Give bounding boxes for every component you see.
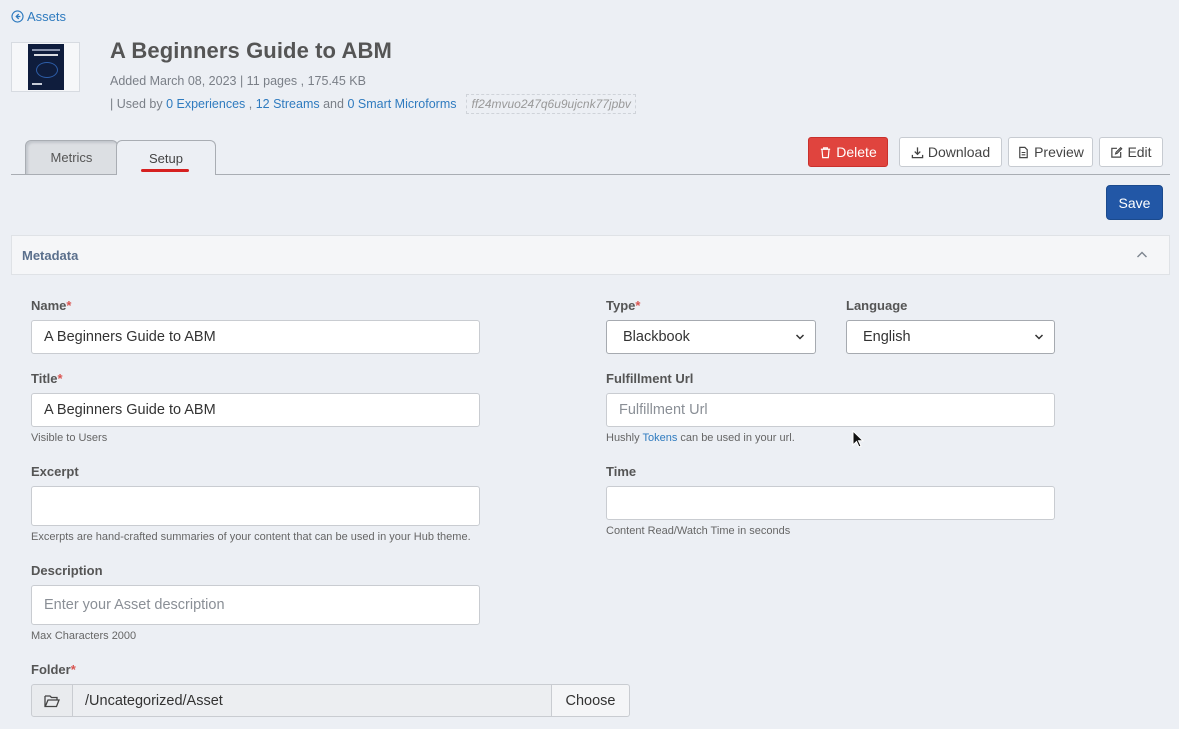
excerpt-textarea[interactable] [31, 486, 480, 526]
folder-label: Folder* [31, 662, 76, 677]
required-marker: * [70, 662, 76, 677]
language-select[interactable]: English [846, 320, 1055, 354]
folder-path-input: /Uncategorized/Asset [73, 684, 552, 717]
streams-link[interactable]: 12 Streams [256, 97, 320, 111]
excerpt-help-text: Excerpts are hand-crafted summaries of y… [31, 531, 471, 543]
asset-id-badge[interactable]: ff24mvuo247q6u9ujcnk77jpbv [466, 94, 636, 114]
tab-metrics[interactable]: Metrics [25, 140, 118, 174]
name-input[interactable]: A Beginners Guide to ABM [31, 320, 480, 354]
back-to-assets-link[interactable]: Assets [11, 9, 66, 24]
microforms-link[interactable]: 0 Smart Microforms [347, 97, 456, 111]
asset-thumbnail [11, 42, 80, 92]
chevron-up-icon[interactable] [1135, 248, 1149, 262]
asset-added-info: Added March 08, 2023 | 11 pages , 175.45… [110, 74, 366, 88]
edit-icon [1111, 146, 1123, 158]
tab-setup[interactable]: Setup [116, 140, 216, 175]
folder-picker: /Uncategorized/Asset Choose [31, 684, 630, 717]
page-title: A Beginners Guide to ABM [110, 38, 392, 63]
fulfillment-url-placeholder: Fulfillment Url [619, 402, 708, 418]
fulfillment-url-help-text: Hushly Tokens can be used in your url. [606, 432, 795, 444]
choose-folder-button[interactable]: Choose [552, 684, 630, 717]
excerpt-label: Excerpt [31, 464, 79, 479]
type-select-value: Blackbook [623, 329, 690, 345]
save-button[interactable]: Save [1106, 185, 1163, 220]
download-button[interactable]: Download [899, 137, 1002, 167]
thumbnail-cover-image [28, 44, 64, 90]
type-label: Type* [606, 298, 641, 313]
time-help-text: Content Read/Watch Time in seconds [606, 525, 791, 537]
title-help-text: Visible to Users [31, 432, 108, 444]
fulfillment-url-label: Fulfillment Url [606, 371, 694, 386]
file-icon [1019, 146, 1028, 158]
download-icon [911, 146, 924, 158]
asset-usage-info: | Used by 0 Experiences , 12 Streams and… [110, 94, 636, 114]
chevron-down-icon [1034, 334, 1044, 340]
mouse-cursor-icon [852, 430, 864, 448]
metadata-section-header[interactable]: Metadata [11, 235, 1170, 275]
folder-icon-addon [31, 684, 73, 717]
description-placeholder: Enter your Asset description [44, 597, 225, 613]
required-marker: * [635, 298, 641, 313]
name-label: Name* [31, 298, 72, 313]
description-help-text: Max Characters 2000 [31, 630, 137, 642]
description-label: Description [31, 563, 103, 578]
description-textarea[interactable]: Enter your Asset description [31, 585, 480, 625]
language-select-value: English [863, 329, 911, 345]
delete-button[interactable]: Delete [808, 137, 888, 167]
back-link-label: Assets [27, 9, 67, 24]
time-input[interactable] [606, 486, 1055, 520]
fulfillment-url-input[interactable]: Fulfillment Url [606, 393, 1055, 427]
preview-button[interactable]: Preview [1008, 137, 1093, 167]
chevron-down-icon [795, 334, 805, 340]
title-input[interactable]: A Beginners Guide to ABM [31, 393, 480, 427]
edit-button[interactable]: Edit [1099, 137, 1163, 167]
tokens-link[interactable]: Tokens [642, 432, 677, 444]
type-select[interactable]: Blackbook [606, 320, 816, 354]
tab-setup-label: Setup [149, 150, 183, 166]
language-label: Language [846, 298, 908, 313]
title-label: Title* [31, 371, 63, 386]
experiences-link[interactable]: 0 Experiences [166, 97, 245, 111]
required-marker: * [57, 371, 63, 386]
required-marker: * [66, 298, 72, 313]
time-label: Time [606, 464, 637, 479]
active-tab-indicator [141, 169, 189, 172]
back-arrow-circle-icon [11, 10, 24, 23]
trash-icon [821, 146, 831, 158]
metadata-section-label: Metadata [22, 248, 79, 263]
folder-open-icon [44, 694, 60, 707]
